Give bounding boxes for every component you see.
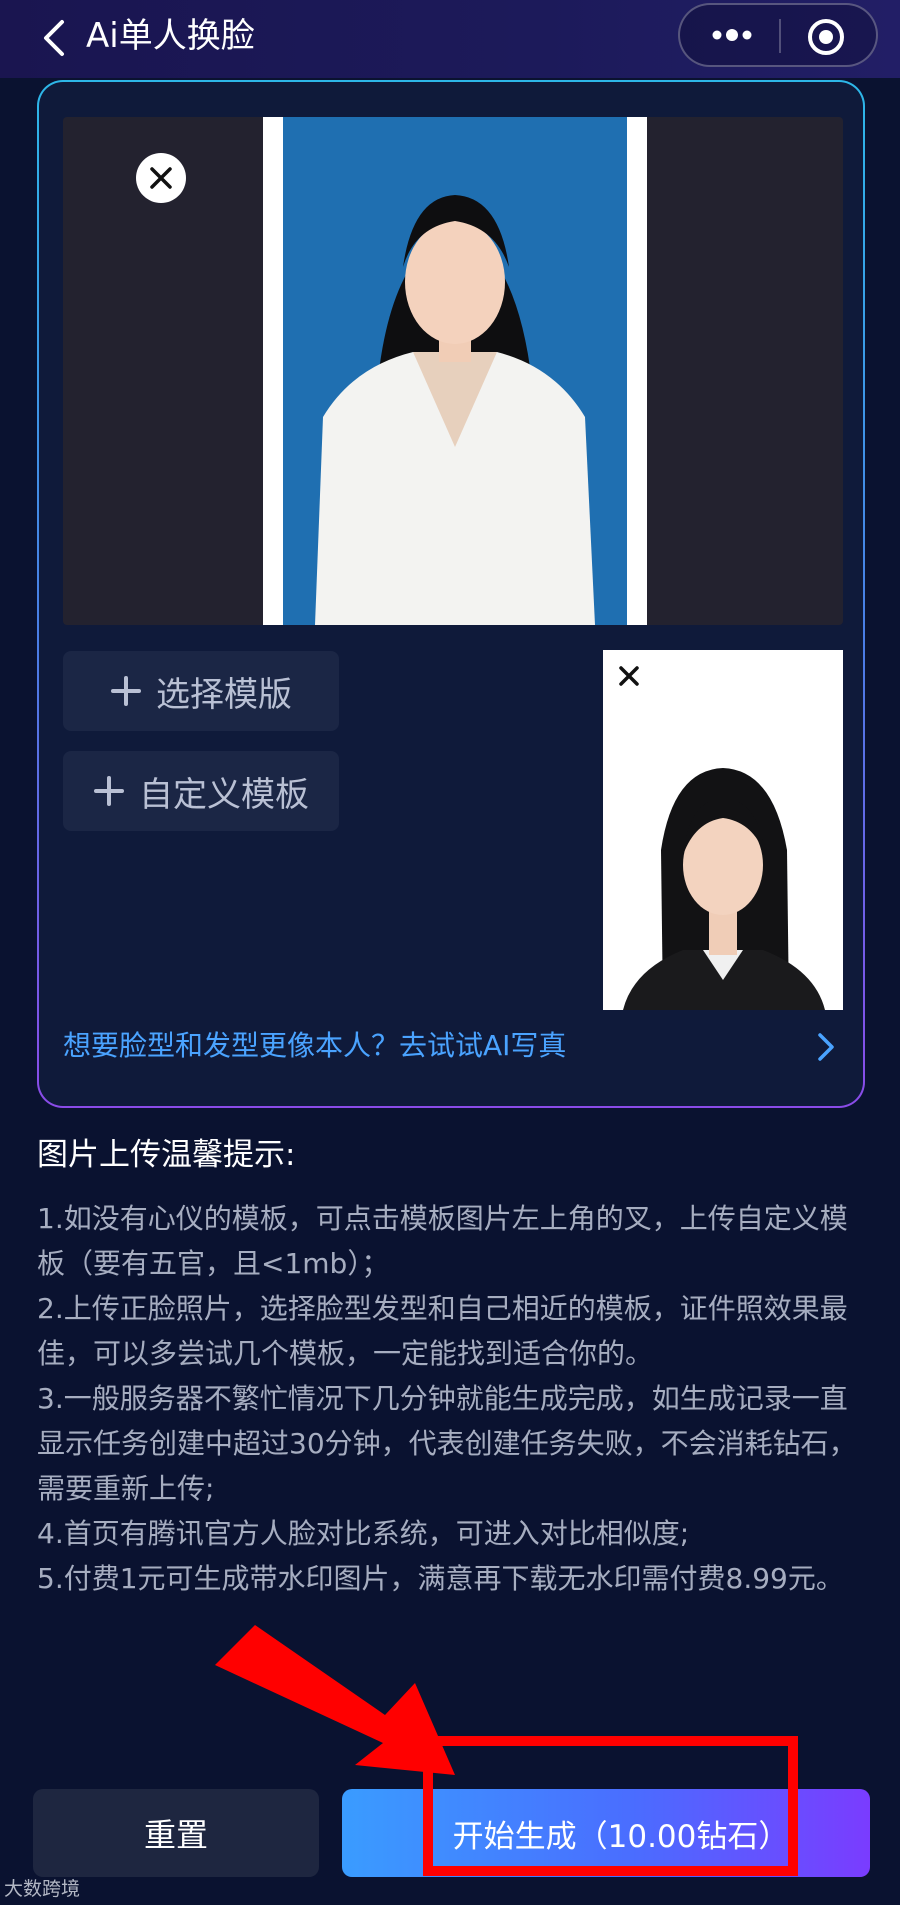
template-photo[interactable] — [263, 117, 647, 625]
remove-template-button[interactable] — [136, 153, 186, 203]
custom-template-button[interactable]: 自定义模板 — [63, 751, 339, 831]
tips-list: 1.如没有心仪的模板，可点击模板图片左上角的叉，上传自定义模板（要有五官，且<1… — [37, 1196, 867, 1601]
tips-title: 图片上传温馨提示: — [37, 1137, 296, 1173]
reset-button[interactable]: 重置 — [33, 1789, 319, 1877]
tip-item: 4.首页有腾讯官方人脸对比系统，可进入对比相似度; — [37, 1517, 690, 1550]
ai-portrait-link[interactable]: 想要脸型和发型更像本人？去试试AI写真 — [63, 1026, 566, 1066]
watermark-text: 大数跨境 — [4, 1878, 81, 1900]
template-preview-frame[interactable] — [63, 117, 843, 625]
capsule-divider — [779, 19, 781, 53]
chevron-right-icon[interactable] — [815, 1032, 837, 1062]
plus-icon — [94, 776, 124, 806]
tip-item: 3.一般服务器不繁忙情况下几分钟就能生成完成，如生成记录一直显示任务创建中超过3… — [37, 1382, 857, 1505]
choose-template-button[interactable]: 选择模版 — [63, 651, 339, 731]
more-dots-icon[interactable] — [702, 15, 762, 55]
close-icon — [619, 666, 639, 686]
remove-face-photo-button[interactable] — [607, 654, 651, 698]
choose-template-label: 选择模版 — [156, 674, 292, 715]
close-icon — [150, 167, 172, 189]
chevron-left-icon[interactable] — [40, 18, 70, 58]
mini-program-capsule — [678, 3, 878, 67]
plus-icon — [111, 676, 141, 706]
page-title: Ai单人换脸 — [86, 16, 255, 56]
tip-item: 5.付费1元可生成带水印图片，满意再下载无水印需付费8.99元。 — [37, 1562, 844, 1595]
red-highlight-box — [423, 1736, 798, 1876]
target-icon[interactable] — [806, 17, 846, 57]
uploaded-face-photo[interactable] — [603, 650, 843, 1010]
custom-template-label: 自定义模板 — [139, 774, 309, 815]
upload-card: 选择模版 自定义模板 想要脸型和发型更像本人？去试试AI写真 — [37, 80, 865, 1108]
tip-item: 2.上传正脸照片，选择脸型发型和自己相近的模板，证件照效果最佳，可以多尝试几个模… — [37, 1292, 848, 1370]
tip-item: 1.如没有心仪的模板，可点击模板图片左上角的叉，上传自定义模板（要有五官，且<1… — [37, 1202, 848, 1280]
top-nav-bar: Ai单人换脸 — [0, 0, 900, 78]
